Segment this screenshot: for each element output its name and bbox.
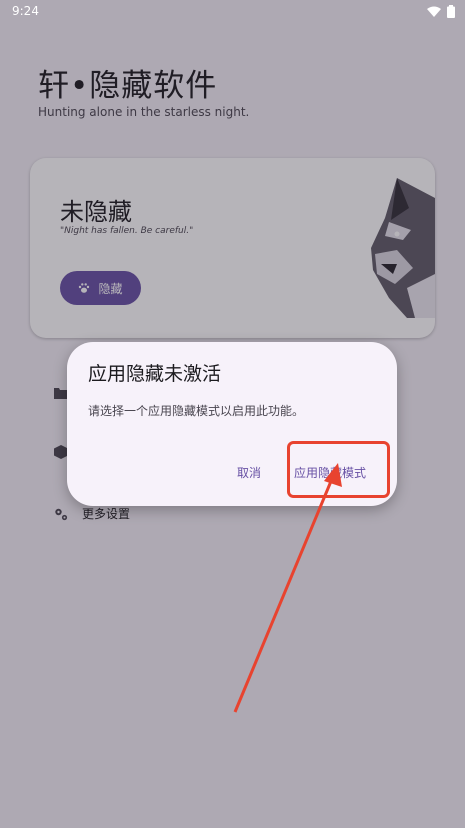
- status-bar: 9:24: [0, 0, 465, 22]
- status-icons: [427, 4, 455, 18]
- app-hide-mode-button[interactable]: 应用隐藏模式: [288, 460, 372, 485]
- cancel-button[interactable]: 取消: [231, 460, 267, 485]
- dialog-message: 请选择一个应用隐藏模式以启用此功能。: [88, 404, 305, 418]
- battery-icon: [447, 4, 455, 18]
- activation-dialog: 应用隐藏未激活 请选择一个应用隐藏模式以启用此功能。 取消 应用隐藏模式: [67, 342, 397, 506]
- wifi-icon: [427, 6, 441, 17]
- status-time: 9:24: [12, 4, 39, 18]
- dialog-title: 应用隐藏未激活: [88, 363, 222, 385]
